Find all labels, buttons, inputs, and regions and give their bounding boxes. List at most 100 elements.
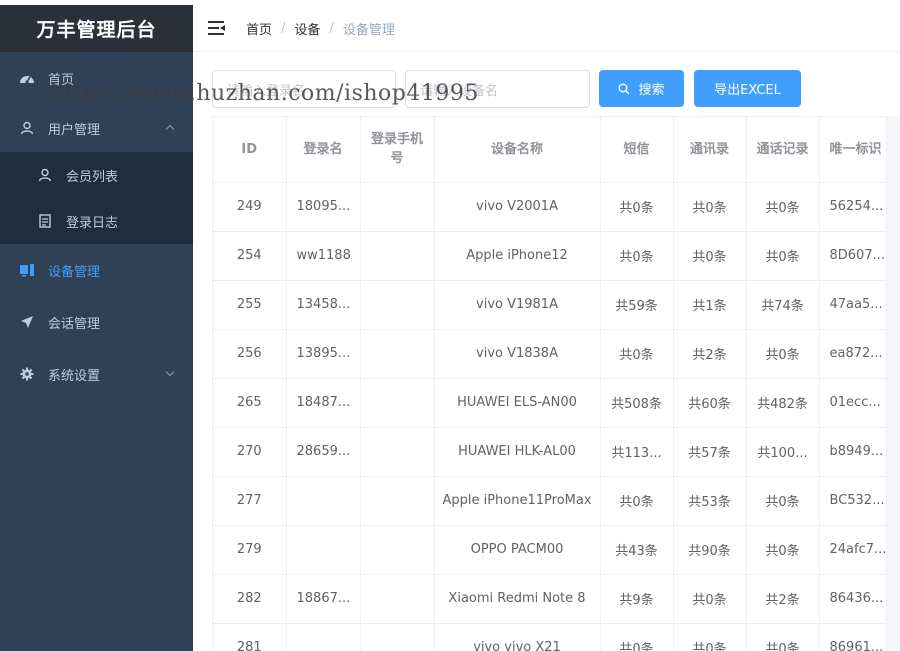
table-cell: 281: [213, 623, 287, 651]
column-header: 通话记录: [746, 117, 820, 183]
table-cell: 共0条: [746, 329, 820, 379]
table-cell: 共0条: [600, 623, 674, 651]
table-cell: 共0条: [673, 182, 747, 232]
table-cell: Xiaomi Redmi Note 8: [434, 574, 601, 624]
table-cell: 共43条: [600, 525, 674, 575]
table-cell: HUAWEI HLK-AL00: [434, 427, 601, 477]
sidebar-item-label: 设备管理: [48, 264, 101, 280]
table-row[interactable]: 249 18095... vivo V2001A 共0条 共0条 共0条 56254...: [213, 182, 900, 232]
table-cell: [360, 525, 435, 575]
app-root: 万丰管理后台 首页 用户管理 会员列表 登录日志 设备管理 会话管理 系统设置 …: [0, 0, 900, 651]
sidebar-item-user-management[interactable]: 用户管理: [0, 104, 193, 152]
table-cell: 共0条: [746, 623, 820, 651]
export-excel-button[interactable]: 导出EXCEL: [694, 70, 801, 107]
chevron-up-icon: [165, 123, 175, 134]
sidebar-item-session-management[interactable]: 会话管理: [0, 296, 193, 348]
table-cell: Apple iPhone12: [434, 231, 601, 281]
table-cell: 共0条: [746, 231, 820, 281]
table-cell: 254: [213, 231, 287, 281]
search-button-label: 搜索: [638, 83, 665, 98]
column-header: ID: [213, 117, 287, 183]
table-row[interactable]: 265 18487... HUAWEI ELS-AN00 共508条 共60条 共482条…: [213, 378, 900, 428]
table-cell: vivo V2001A: [434, 182, 601, 232]
table-cell: 18867...: [286, 574, 361, 624]
export-button-label: 导出EXCEL: [714, 83, 781, 98]
table-cell: 共90条: [673, 525, 747, 575]
table-row[interactable]: 256 13895... vivo V1838A 共0条 共2条 共0条 ea872...: [213, 329, 900, 379]
table-cell: 18487...: [286, 378, 361, 428]
table-cell: [360, 182, 435, 232]
device-table: ID 登录名 登录手机号 设备名称 短信 通讯录 通话记录 唯一标识 249 18…: [212, 116, 900, 651]
gear-icon: [18, 366, 36, 382]
table-cell: 共482条: [746, 378, 820, 428]
breadcrumb-home[interactable]: 首页: [246, 19, 272, 38]
table-cell: 共100...: [746, 427, 820, 477]
table-cell: 共2条: [673, 329, 747, 379]
table-cell: Apple iPhone11ProMax: [434, 476, 601, 526]
table-cell: 265: [213, 378, 287, 428]
table-cell: 277: [213, 476, 287, 526]
table-cell: 共0条: [746, 525, 820, 575]
table-row[interactable]: 254 ww1188 Apple iPhone12 共0条 共0条 共0条 8D607...: [213, 231, 900, 281]
top-navbar: 首页 / 设备 / 设备管理: [193, 5, 900, 52]
table-row[interactable]: 277 Apple iPhone11ProMax 共0条 共53条 共0条 BC532..…: [213, 476, 900, 526]
app-title: 万丰管理后台: [0, 5, 193, 52]
device-name-input[interactable]: 请输入设备名: [405, 70, 590, 108]
search-button[interactable]: 搜索: [599, 70, 684, 107]
breadcrumb-separator: /: [329, 20, 334, 36]
table-cell: [286, 623, 361, 651]
table-cell: [360, 574, 435, 624]
menu-toggle-icon[interactable]: [208, 21, 225, 35]
column-header: 登录名: [286, 117, 361, 183]
table-row[interactable]: 281 vivo vivo X21 共0条 共0条 共0条 86961...: [213, 623, 900, 651]
table-cell: vivo V1838A: [434, 329, 601, 379]
table-cell: 共57条: [673, 427, 747, 477]
table-cell: 共0条: [673, 231, 747, 281]
user-icon: [18, 120, 36, 136]
table-cell: 共0条: [746, 182, 820, 232]
user-icon: [36, 167, 54, 183]
sidebar-item-system-settings[interactable]: 系统设置: [0, 348, 193, 400]
sidebar-item-label: 系统设置: [48, 368, 101, 384]
table-cell: 18095...: [286, 182, 361, 232]
table-cell: vivo vivo X21: [434, 623, 601, 651]
sidebar-item-member-list[interactable]: 会员列表: [0, 152, 193, 198]
search-icon: [618, 83, 630, 95]
device-icon: [18, 262, 36, 278]
table-cell: [360, 476, 435, 526]
breadcrumb-parent[interactable]: 设备: [294, 19, 320, 38]
table-row[interactable]: 282 18867... Xiaomi Redmi Note 8 共9条 共0条 共2条 8…: [213, 574, 900, 624]
table-cell: 13895...: [286, 329, 361, 379]
document-icon: [36, 213, 54, 229]
table-cell: 共1条: [673, 280, 747, 330]
sidebar-item-device-management[interactable]: 设备管理: [0, 244, 193, 296]
table-cell: 共53条: [673, 476, 747, 526]
table-cell: ww1188: [286, 231, 361, 281]
sidebar-item-label: 首页: [48, 72, 75, 88]
sidebar-item-label: 登录日志: [66, 215, 119, 231]
table-cell: 共0条: [673, 574, 747, 624]
table-row[interactable]: 255 13458... vivo V1981A 共59条 共1条 共74条 47aa5..…: [213, 280, 900, 330]
table-row[interactable]: 279 OPPO PACM00 共43条 共90条 共0条 24afc7...: [213, 525, 900, 575]
table-cell: 249: [213, 182, 287, 232]
table-cell: 28659...: [286, 427, 361, 477]
table-cell: [286, 476, 361, 526]
sidebar-item-home[interactable]: 首页: [0, 52, 193, 104]
table-cell: 共59条: [600, 280, 674, 330]
column-header: 设备名称: [434, 117, 601, 183]
table-row[interactable]: 270 28659... HUAWEI HLK-AL00 共113... 共57条 共10…: [213, 427, 900, 477]
table-cell: 256: [213, 329, 287, 379]
login-name-input[interactable]: 请输入登录名: [212, 70, 396, 108]
table-cell: 共0条: [673, 623, 747, 651]
breadcrumb-separator: /: [281, 20, 286, 36]
column-header: 登录手机号: [360, 117, 435, 183]
table-cell: vivo V1981A: [434, 280, 601, 330]
table-cell: 279: [213, 525, 287, 575]
dashboard-icon: [18, 70, 36, 86]
table-cell: 共74条: [746, 280, 820, 330]
sidebar-item-login-log[interactable]: 登录日志: [0, 198, 193, 244]
table-cell: 共9条: [600, 574, 674, 624]
table-cell: 共0条: [746, 476, 820, 526]
table-scrollbar[interactable]: [886, 116, 900, 651]
filter-bar: 请输入登录名 请输入设备名 搜索 导出EXCEL: [212, 70, 892, 108]
